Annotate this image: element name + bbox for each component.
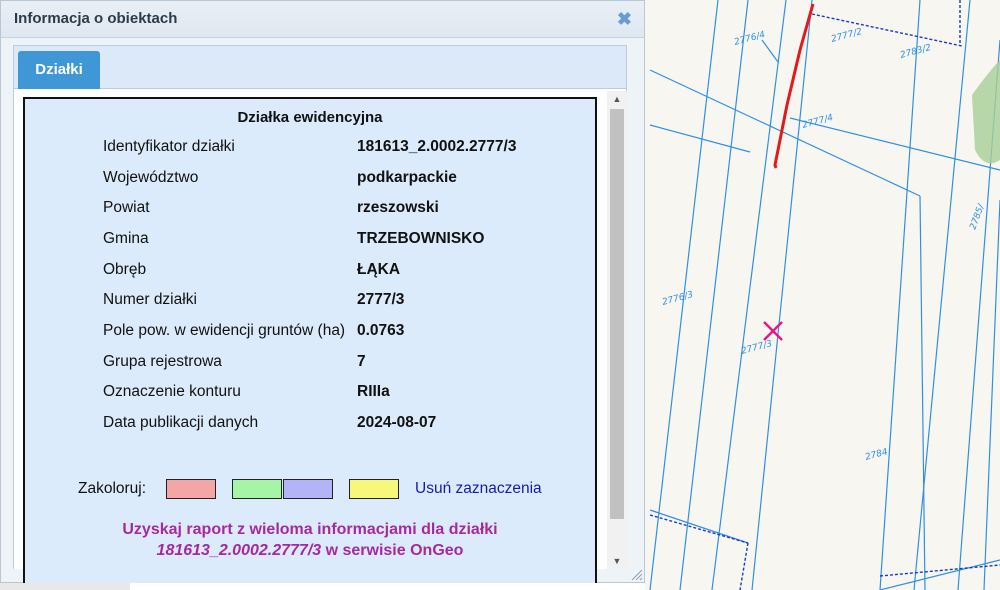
- report-suffix: w serwisie OnGeo: [321, 542, 464, 559]
- dashed-boundaries: [649, 0, 1000, 590]
- tab-dzialki[interactable]: Działki: [18, 51, 100, 89]
- parcel-row-value: 2024-08-07: [357, 414, 437, 431]
- parcel-number-label: 2785/: [968, 202, 987, 231]
- parcel-row-label: Pole pow. w ewidencji gruntów (ha): [103, 322, 346, 339]
- clear-selection-link[interactable]: Usuń zaznaczenia: [415, 480, 542, 498]
- parcel-heading: Działka ewidencyjna: [237, 109, 383, 126]
- colorize-label: Zakoloruj:: [78, 480, 147, 497]
- report-line-1: Uzyskaj raport z wieloma informacjami dl…: [122, 521, 498, 538]
- parcel-number-label: 2777/2: [830, 27, 863, 45]
- parcel-boundary-line: [761, 39, 779, 63]
- scroll-up-icon[interactable]: ▲: [607, 91, 627, 107]
- parcel-boundary-line: [649, 509, 749, 544]
- swatch-green[interactable]: [232, 479, 282, 499]
- dialog-title: Informacja o obiektach: [14, 10, 178, 27]
- parcel-boundaries: [649, 0, 1000, 590]
- ongeo-report-link[interactable]: Uzyskaj raport z wieloma informacjami dl…: [25, 519, 595, 561]
- parcel-row-value: 181613_2.0002.2777/3: [357, 138, 517, 155]
- parcel-row: Obręb ŁĄKA: [25, 261, 595, 281]
- parcel-number-label: 2776/4: [733, 30, 766, 48]
- parcel-row-label: Obręb: [103, 261, 147, 278]
- parcel-info-panel: Działka ewidencyjna Identyfikator działk…: [23, 97, 597, 587]
- parcel-boundary-line: [879, 559, 1000, 590]
- parcel-row: Pole pow. w ewidencji gruntów (ha) 0.0763: [25, 322, 595, 342]
- colorize-row: Zakoloruj: Usuń zaznaczenia: [25, 479, 595, 501]
- parcel-row: Grupa rejestrowa 7: [25, 353, 595, 373]
- parcel-row: Data publikacji danych 2024-08-07: [25, 414, 595, 434]
- parcel-row: Gmina TRZEBOWNISKO: [25, 230, 595, 250]
- parcel-row: Identyfikator działki 181613_2.0002.2777/…: [25, 138, 595, 158]
- parcel-row-label: Grupa rejestrowa: [103, 353, 222, 370]
- swatch-blue[interactable]: [283, 479, 333, 499]
- dialog-header[interactable]: Informacja o obiektach ✖: [1, 1, 644, 38]
- parcel-row-label: Województwo: [103, 169, 199, 186]
- parcel-row-value: 7: [357, 353, 366, 370]
- parcel-boundary-line: [711, 0, 787, 590]
- parcel-row-value: rzeszowski: [357, 199, 439, 216]
- parcel-row-label: Oznaczenie konturu: [103, 383, 241, 400]
- report-line-2: 181613_2.0002.2777/3 w serwisie OnGeo: [25, 540, 595, 561]
- parcel-boundary-line: [751, 0, 813, 590]
- parcel-row: Oznaczenie konturu RIIIa: [25, 383, 595, 403]
- parcel-row: Numer działki 2777/3: [25, 291, 595, 311]
- parcel-row-value: RIIIa: [357, 383, 390, 400]
- parcel-row-label: Identyfikator działki: [103, 138, 235, 155]
- parcel-row: Województwo podkarpackie: [25, 169, 595, 189]
- parcel-boundary-line: [913, 0, 971, 590]
- parcel-row-label: Gmina: [103, 230, 149, 247]
- parcel-row-label: Powiat: [103, 199, 150, 216]
- selection-marker-icon: [763, 321, 783, 341]
- scrollbar-thumb[interactable]: [610, 109, 624, 519]
- parcel-row-value: 0.0763: [357, 322, 405, 339]
- parcel-boundary-line: [649, 124, 751, 153]
- parcel-number-label: 2776/3: [661, 290, 694, 308]
- bottom-strip-left: [0, 583, 130, 590]
- swatch-yellow[interactable]: [349, 479, 399, 499]
- parcel-row-value: 2777/3: [357, 291, 405, 308]
- parcel-row-value: podkarpackie: [357, 169, 457, 186]
- scrollbar[interactable]: ▲ ▼: [607, 91, 627, 569]
- dashed-boundary-line: [879, 564, 1000, 577]
- report-parcel-id: 181613_2.0002.2777/3: [156, 542, 322, 559]
- parcel-row-label: Numer działki: [103, 291, 197, 308]
- parcel-labels: 2776/4 2777/22783/22777/42785/2776/32777/…: [661, 27, 987, 463]
- parcel-row-label: Data publikacji danych: [103, 414, 259, 431]
- parcel-row: Powiat rzeszowski: [25, 199, 595, 219]
- close-icon[interactable]: ✖: [617, 10, 632, 28]
- scroll-down-icon[interactable]: ▼: [607, 553, 627, 569]
- dashed-boundary-line: [739, 542, 749, 590]
- parcel-row-value: ŁĄKA: [357, 261, 401, 278]
- parcel-number-label: 2784: [864, 447, 889, 463]
- parcel-boundary-line: [983, 199, 1000, 590]
- parcel-number-label: 2777/3: [740, 339, 773, 357]
- green-area: [972, 60, 1000, 164]
- parcel-boundary-line: [879, 0, 921, 590]
- resize-grip-icon[interactable]: [629, 567, 643, 581]
- tab-bar: Działki: [13, 45, 627, 89]
- parcel-boundary-line: [649, 69, 921, 197]
- parcel-row-value: TRZEBOWNISKO: [357, 230, 485, 247]
- swatch-red[interactable]: [166, 479, 216, 499]
- dashed-boundary-line: [649, 514, 749, 544]
- parcel-boundary-line: [919, 195, 926, 590]
